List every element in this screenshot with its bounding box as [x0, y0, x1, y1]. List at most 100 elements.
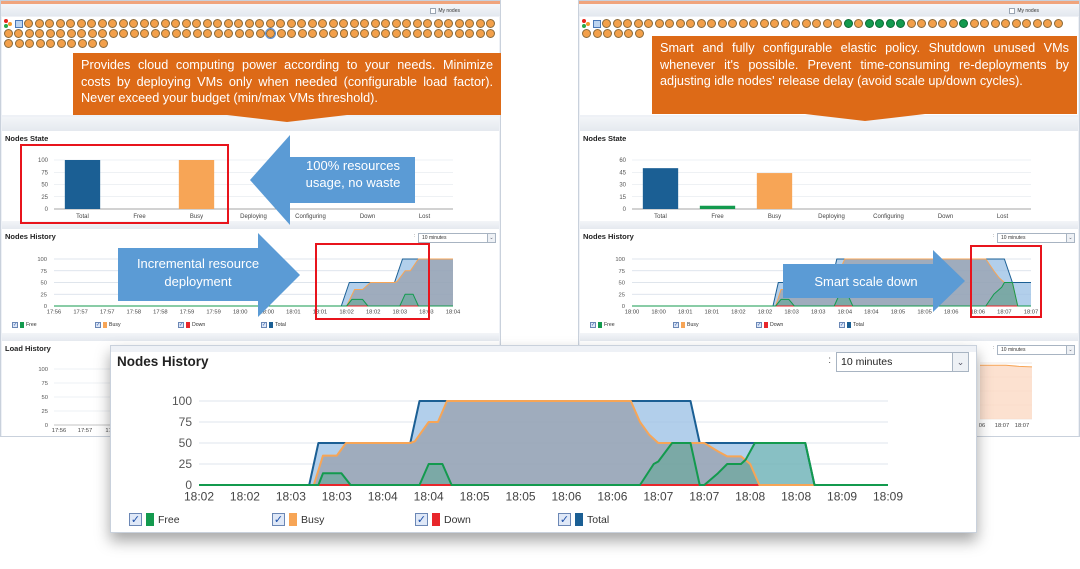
node-busy[interactable] [1001, 19, 1010, 28]
node-busy[interactable] [108, 29, 118, 38]
node-busy[interactable] [370, 19, 380, 28]
node-busy[interactable] [46, 39, 55, 48]
node-busy[interactable] [66, 19, 75, 28]
node-free[interactable] [896, 19, 905, 28]
node-busy[interactable] [118, 19, 128, 28]
node-busy[interactable] [486, 19, 495, 28]
node-busy[interactable] [444, 29, 454, 38]
legend-item-busy[interactable]: ✓ Busy [95, 322, 178, 328]
node-busy[interactable] [192, 29, 202, 38]
node-busy[interactable] [475, 29, 485, 38]
node-busy[interactable] [77, 29, 87, 38]
node-busy[interactable] [370, 29, 380, 38]
node-busy[interactable] [391, 29, 401, 38]
node-busy[interactable] [161, 29, 171, 38]
node-busy[interactable] [948, 19, 958, 28]
node-busy[interactable] [87, 29, 97, 38]
node-busy[interactable] [329, 29, 338, 38]
node-busy[interactable] [1022, 19, 1031, 28]
node-busy[interactable] [265, 28, 277, 39]
node-busy[interactable] [1032, 19, 1042, 28]
time-range-select[interactable]: 10 minutes ⌄ [418, 233, 496, 243]
node-busy[interactable] [412, 29, 422, 38]
node-busy[interactable] [98, 29, 108, 38]
node-busy[interactable] [318, 19, 327, 28]
node-busy[interactable] [181, 19, 191, 28]
node-busy[interactable] [969, 19, 979, 28]
legend-item-total[interactable]: ✓ Total [558, 513, 701, 526]
node-busy[interactable] [308, 29, 318, 38]
node-busy[interactable] [749, 19, 758, 28]
legend-checkbox[interactable]: ✓ [558, 513, 571, 526]
node-busy[interactable] [623, 19, 632, 28]
node-busy[interactable] [759, 19, 769, 28]
legend-item-busy[interactable]: ✓ Busy [673, 322, 756, 328]
node-busy[interactable] [98, 39, 108, 48]
node-free[interactable] [959, 19, 968, 28]
node-busy[interactable] [349, 19, 359, 28]
node-busy[interactable] [88, 39, 97, 48]
legend-checkbox[interactable]: ✓ [272, 513, 285, 526]
time-range-select[interactable]: 10 minutes ⌄ [997, 233, 1075, 243]
node-busy[interactable] [171, 19, 180, 28]
node-busy[interactable] [717, 19, 727, 28]
node-busy[interactable] [402, 19, 411, 28]
node-busy[interactable] [1043, 19, 1052, 28]
node-free[interactable] [885, 19, 895, 28]
node-busy[interactable] [360, 19, 369, 28]
legend-item-down[interactable]: ✓ Down [415, 513, 558, 526]
my-nodes-filter[interactable]: My nodes [430, 8, 460, 14]
node-busy[interactable] [465, 29, 475, 38]
node-busy[interactable] [613, 29, 623, 38]
node-busy[interactable] [433, 29, 443, 38]
node-busy[interactable] [812, 19, 821, 28]
node-busy[interactable] [634, 29, 644, 38]
node-busy[interactable] [150, 29, 160, 38]
legend-checkbox[interactable]: ✓ [590, 322, 596, 328]
node-busy[interactable] [423, 19, 432, 28]
node-busy[interactable] [297, 19, 306, 28]
node-busy[interactable] [234, 29, 244, 38]
node-busy[interactable] [34, 19, 44, 28]
node-busy[interactable] [24, 29, 34, 38]
node-busy[interactable] [14, 39, 24, 48]
node-busy[interactable] [35, 39, 45, 48]
node-busy[interactable] [265, 19, 275, 28]
node-busy[interactable] [14, 29, 24, 38]
node-busy[interactable] [770, 19, 779, 28]
node-busy[interactable] [182, 29, 192, 38]
node-busy[interactable] [1053, 19, 1063, 28]
node-free[interactable] [875, 19, 884, 28]
resource-manager-icon[interactable] [4, 19, 13, 28]
node-busy[interactable] [24, 19, 33, 28]
chevron-down-icon[interactable]: ⌄ [1066, 346, 1074, 354]
host-icon[interactable] [14, 20, 23, 28]
node-busy[interactable] [686, 19, 695, 28]
node-busy[interactable] [129, 29, 139, 38]
node-busy[interactable] [854, 19, 863, 28]
node-busy[interactable] [349, 29, 359, 38]
node-busy[interactable] [66, 29, 76, 38]
node-busy[interactable] [255, 29, 265, 38]
node-busy[interactable] [801, 19, 811, 28]
node-busy[interactable] [938, 19, 947, 28]
node-busy[interactable] [696, 19, 706, 28]
node-busy[interactable] [738, 19, 748, 28]
node-busy[interactable] [707, 19, 716, 28]
node-busy[interactable] [25, 39, 34, 48]
node-busy[interactable] [276, 29, 286, 38]
node-busy[interactable] [45, 19, 54, 28]
my-nodes-checkbox[interactable] [430, 8, 437, 14]
node-busy[interactable] [433, 19, 443, 28]
legend-item-busy[interactable]: ✓ Busy [272, 513, 415, 526]
legend-checkbox[interactable]: ✓ [95, 322, 101, 328]
node-busy[interactable] [150, 19, 159, 28]
node-busy[interactable] [391, 19, 401, 28]
node-busy[interactable] [360, 29, 370, 38]
node-busy[interactable] [202, 19, 212, 28]
node-busy[interactable] [255, 19, 264, 28]
node-busy[interactable] [108, 19, 117, 28]
node-busy[interactable] [318, 29, 328, 38]
node-busy[interactable] [87, 19, 96, 28]
node-busy[interactable] [4, 39, 13, 48]
